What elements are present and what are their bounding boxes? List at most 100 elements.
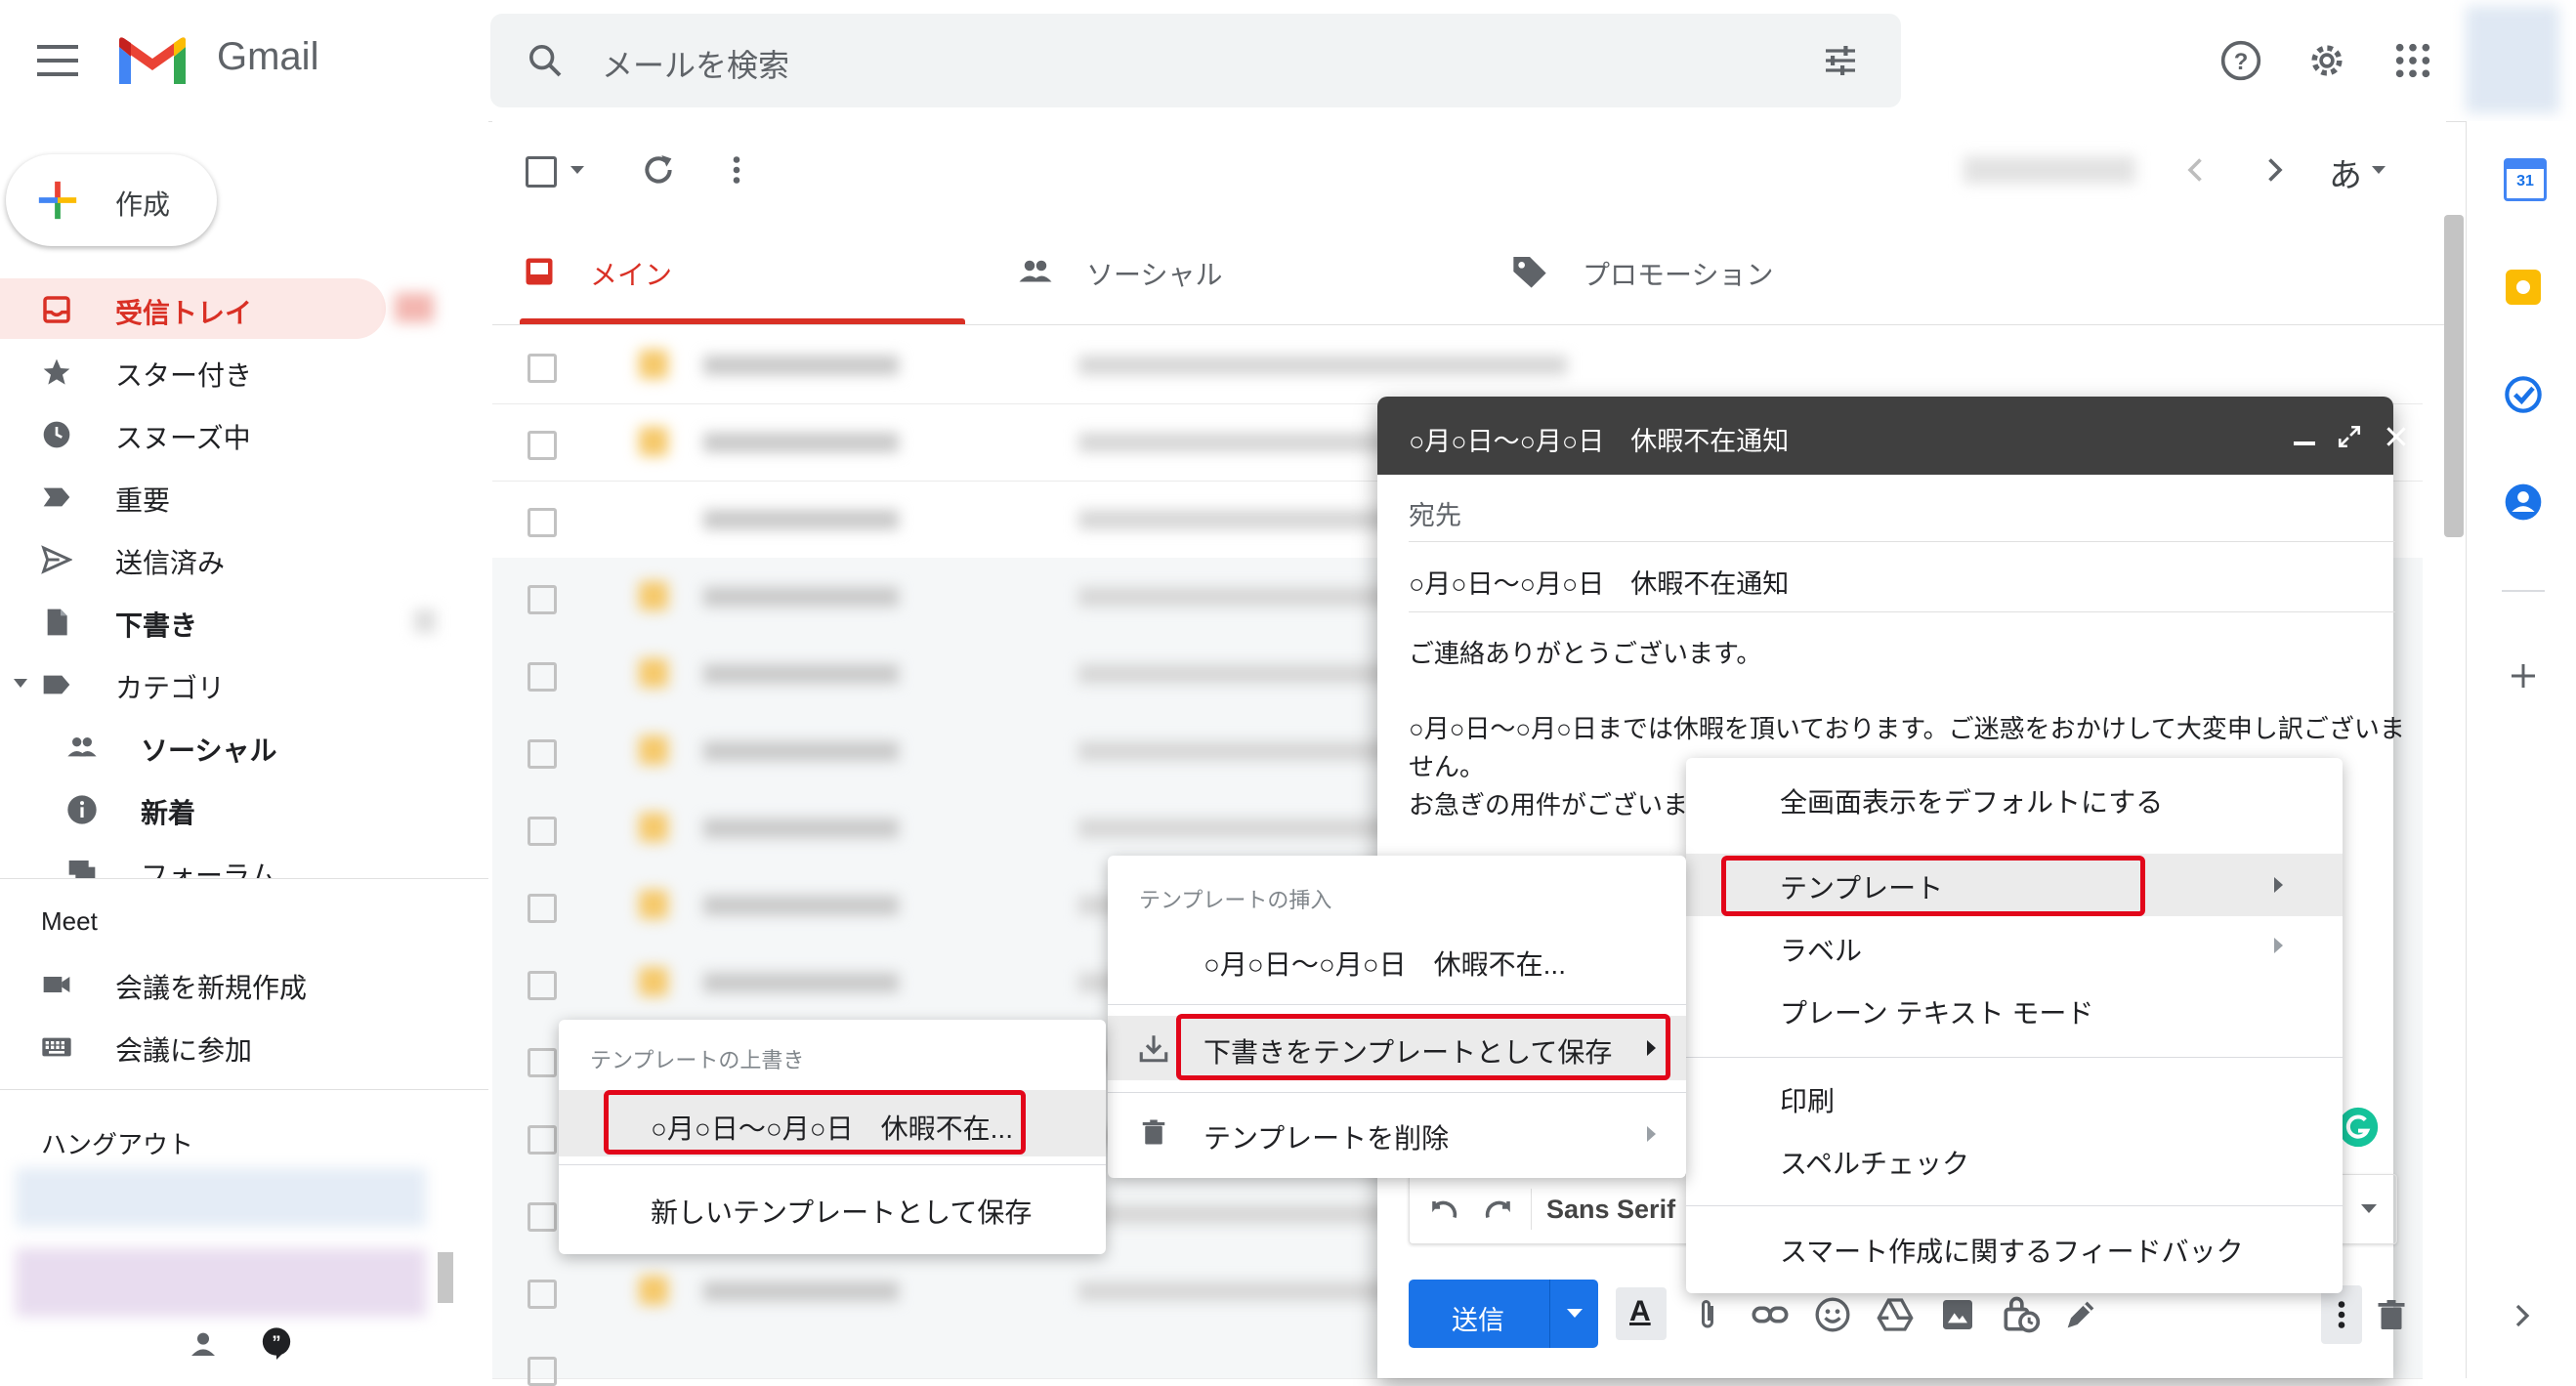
sidebar-item-important[interactable]: 重要 <box>0 466 469 526</box>
person-icon[interactable] <box>188 1328 219 1360</box>
more-options-button[interactable] <box>2321 1285 2362 1344</box>
sidebar-item-updates[interactable]: 新着 <box>0 778 469 839</box>
grammarly-icon[interactable] <box>2337 1106 2380 1149</box>
account-avatar[interactable] <box>2466 6 2559 113</box>
sidebar-item-inbox[interactable]: 受信トレイ <box>0 278 386 339</box>
send-button[interactable]: 送信 <box>1409 1280 1598 1348</box>
delete-icon <box>1142 1119 1165 1145</box>
field-divider <box>1409 541 2395 542</box>
menu-item-default-fullscreen[interactable]: 全画面表示をデフォルトにする <box>1780 781 2163 820</box>
template-delete[interactable]: テンプレートを削除 <box>1108 1100 1686 1164</box>
tab-promotions[interactable]: プロモーション <box>1485 221 1954 324</box>
next-page-icon[interactable] <box>2257 152 2292 188</box>
more-options-menu: 全画面表示をデフォルトにする テンプレート ラベル プレーン テキスト モード … <box>1686 758 2343 1293</box>
main-menu-icon[interactable] <box>37 45 78 78</box>
insert-signature-icon[interactable] <box>2061 1295 2100 1334</box>
expand-panel-icon[interactable] <box>2508 1301 2537 1330</box>
meet-new-meeting[interactable]: 会議を新規作成 <box>0 953 469 1014</box>
sidebar-item-snoozed[interactable]: スヌーズ中 <box>0 403 469 464</box>
refresh-icon[interactable] <box>639 150 678 189</box>
tab-primary[interactable]: メイン <box>492 221 965 324</box>
calendar-icon[interactable]: 31 <box>2504 158 2547 201</box>
search-bar[interactable]: メールを検索 <box>490 14 1901 107</box>
list-scrollbar[interactable] <box>2444 215 2464 537</box>
subject-field[interactable]: ○月○日〜○月○日 休暇不在通知 <box>1409 563 1789 601</box>
sidebar-item-social[interactable]: ソーシャル <box>0 716 469 777</box>
tabs-divider <box>492 324 2446 325</box>
select-all-checkbox[interactable] <box>526 156 557 188</box>
sidebar-item-categories[interactable]: カテゴリ <box>0 653 469 714</box>
table-row[interactable] <box>492 326 2423 404</box>
tab-label: ソーシャル <box>1086 260 1223 290</box>
star-icon <box>43 358 70 385</box>
highlight-box <box>1721 856 2145 916</box>
tab-social[interactable]: ソーシャル <box>992 221 1461 324</box>
sidebar-item-forums[interactable]: フォーラム <box>0 841 488 878</box>
video-camera-icon <box>43 977 70 992</box>
menu-item-label: テンプレートを削除 <box>1204 1123 1450 1154</box>
menu-item-smart-compose-feedback[interactable]: スマート作成に関するフィードバック <box>1780 1231 2244 1270</box>
insert-link-icon[interactable] <box>1751 1295 1790 1334</box>
more-formatting-dropdown-icon[interactable] <box>2361 1204 2377 1213</box>
keep-icon[interactable] <box>2506 270 2541 305</box>
download-save-icon <box>1139 1035 1168 1063</box>
select-dropdown-icon[interactable] <box>570 166 584 174</box>
expand-caret-icon[interactable] <box>14 679 27 688</box>
insert-photo-icon[interactable] <box>1938 1295 1977 1334</box>
meet-join-meeting[interactable]: 会議に参加 <box>0 1016 469 1076</box>
more-vert-icon[interactable] <box>719 152 754 188</box>
minimize-icon[interactable] <box>2294 441 2315 445</box>
svg-text:”: ” <box>272 1332 280 1353</box>
undo-icon[interactable] <box>1425 1193 1460 1228</box>
sidebar-scrollbar[interactable] <box>438 1252 453 1303</box>
menu-item-plain-text[interactable]: プレーン テキスト モード <box>1780 992 2093 1031</box>
google-drive-icon[interactable] <box>1876 1295 1915 1334</box>
formatting-options-button[interactable]: A <box>1616 1287 1667 1340</box>
forum-icon <box>68 861 96 878</box>
submenu-arrow-icon <box>2274 877 2283 893</box>
menu-item-spellcheck[interactable]: スペルチェック <box>1780 1143 1969 1182</box>
compose-button[interactable]: 作成 <box>6 154 217 246</box>
hangouts-quote-icon[interactable]: ” <box>260 1326 293 1360</box>
menu-item-labels[interactable]: ラベル <box>1780 930 1862 969</box>
prev-page-icon[interactable] <box>2178 152 2214 188</box>
confidential-mode-icon[interactable] <box>1999 1293 2042 1336</box>
template-submenu: テンプレートの挿入 ○月○日〜○月○日 休暇不在... 下書きをテンプレートとし… <box>1108 856 1686 1178</box>
hangouts-contact[interactable] <box>16 1248 426 1317</box>
input-tools-dropdown-icon[interactable] <box>2372 166 2386 174</box>
input-tools-label[interactable]: あ <box>2329 148 2362 196</box>
fullscreen-icon[interactable] <box>2337 424 2362 449</box>
font-select[interactable]: Sans Serif <box>1546 1195 1675 1225</box>
search-icon[interactable] <box>526 41 565 80</box>
insert-emoji-icon[interactable] <box>1813 1295 1852 1334</box>
tasks-icon[interactable] <box>2504 375 2543 414</box>
attach-file-icon[interactable] <box>1690 1295 1725 1334</box>
settings-gear-icon[interactable] <box>2305 39 2348 82</box>
sidebar-item-sent[interactable]: 送信済み <box>0 528 469 589</box>
redo-icon[interactable] <box>1482 1193 1517 1228</box>
menu-item-print[interactable]: 印刷 <box>1780 1080 1835 1119</box>
search-input[interactable]: メールを検索 <box>602 41 789 86</box>
help-icon[interactable]: ? <box>2219 39 2262 82</box>
gmail-logo-icon[interactable] <box>115 35 190 88</box>
compose-plus-icon <box>38 181 77 220</box>
apps-grid-icon[interactable] <box>2393 41 2432 80</box>
close-icon[interactable] <box>2384 424 2409 449</box>
sidebar-item-label: 会議に参加 <box>115 1035 253 1066</box>
template-save-new[interactable]: 新しいテンプレートとして保存 <box>651 1192 1032 1231</box>
text-format-icon: A <box>1629 1295 1651 1327</box>
template-insert-item[interactable]: ○月○日〜○月○日 休暇不在... <box>1204 944 1566 983</box>
discard-draft-icon[interactable] <box>2374 1295 2409 1334</box>
hangouts-contact[interactable] <box>16 1168 426 1227</box>
sidebar-item-starred[interactable]: スター付き <box>0 341 469 401</box>
contacts-icon[interactable] <box>2504 483 2543 522</box>
add-addon-icon[interactable] <box>2508 660 2539 692</box>
side-panel-divider <box>2502 590 2545 592</box>
search-options-icon[interactable] <box>1821 41 1860 80</box>
body-line: ご連絡ありがとうございます。 <box>1409 639 1762 668</box>
to-field[interactable]: 宛先 <box>1409 494 1461 532</box>
schedule-send-dropdown-icon[interactable] <box>1567 1309 1583 1318</box>
sidebar-item-drafts[interactable]: 下書き <box>0 591 469 651</box>
compose-header[interactable]: ○月○日〜○月○日 休暇不在通知 <box>1377 397 2406 475</box>
calendar-day: 31 <box>2516 173 2534 189</box>
